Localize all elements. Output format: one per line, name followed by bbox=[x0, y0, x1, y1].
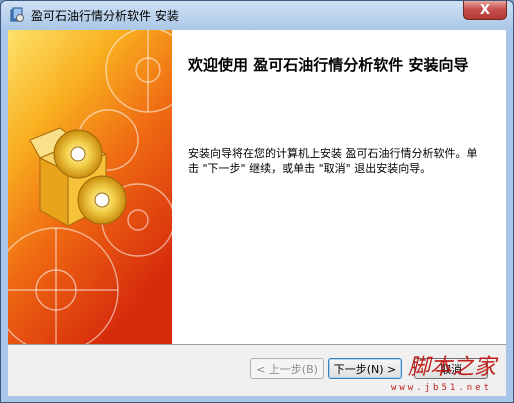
close-icon: X bbox=[479, 2, 491, 18]
installer-window: 盈可石油行情分析软件 安装 X 欢迎使用 盈可石油行情分析软件 安装向导 安装向… bbox=[0, 0, 514, 403]
watermark: 脚本之家 www.jb51.net bbox=[340, 355, 500, 395]
wizard-footer: < 上一步(B) 下一步(N) > 取消 脚本之家 www.jb51.net bbox=[8, 344, 506, 396]
title-bar[interactable]: 盈可石油行情分析软件 安装 X bbox=[1, 1, 513, 29]
close-button[interactable]: X bbox=[463, 1, 507, 20]
watermark-text: 脚本之家 bbox=[407, 355, 496, 380]
back-button[interactable]: < 上一步(B) bbox=[250, 358, 324, 379]
wizard-body: 欢迎使用 盈可石油行情分析软件 安装向导 安装向导将在您的计算机上安装 盈可石油… bbox=[8, 30, 506, 396]
wizard-content: 欢迎使用 盈可石油行情分析软件 安装向导 安装向导将在您的计算机上安装 盈可石油… bbox=[172, 30, 506, 344]
welcome-heading: 欢迎使用 盈可石油行情分析软件 安装向导 bbox=[188, 56, 469, 74]
banner-graphic bbox=[8, 30, 172, 344]
installer-icon bbox=[10, 7, 24, 22]
wizard-banner bbox=[8, 30, 172, 344]
window-title: 盈可石油行情分析软件 安装 bbox=[31, 9, 179, 23]
welcome-description: 安装向导将在您的计算机上安装 盈可石油行情分析软件。单击 "下一步" 继续，或单… bbox=[188, 147, 478, 175]
watermark-url: www.jb51.net bbox=[390, 383, 492, 393]
